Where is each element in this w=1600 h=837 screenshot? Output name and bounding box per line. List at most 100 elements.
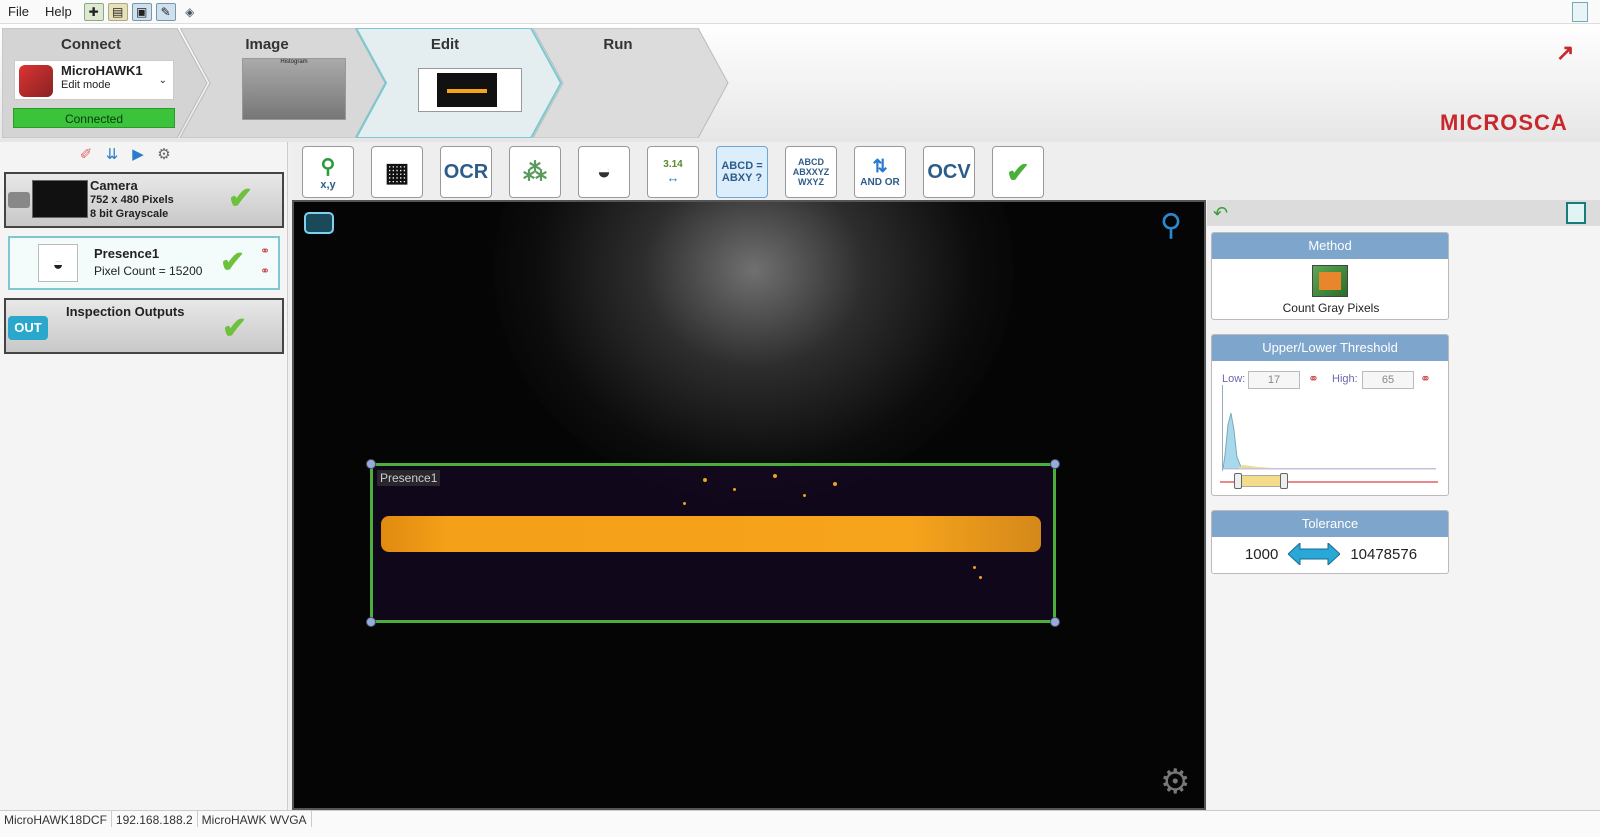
tolerance-card: Tolerance 1000 10478576 (1211, 510, 1449, 574)
properties-panel: ↶ Method Count Gray Pixels Upper/Lower T… (1207, 200, 1600, 810)
step-run[interactable]: Run (533, 28, 743, 138)
measure-tool[interactable]: 3.14 ↔ (647, 146, 699, 198)
tolerance-min[interactable]: 1000 (1245, 546, 1278, 563)
image-thumbnail-label: Histogram (280, 59, 308, 65)
eraser-icon[interactable]: ✐ (76, 144, 96, 164)
method-card: Method Count Gray Pixels (1211, 232, 1449, 320)
zoom-icon[interactable]: ⚲ (1160, 208, 1182, 243)
pixel-speck (803, 494, 806, 497)
camera-small-icon (8, 192, 30, 208)
illumination-glow (494, 200, 1014, 500)
roi-box[interactable]: Presence1 (366, 459, 1060, 627)
ocr-tool[interactable]: OCR (440, 146, 492, 198)
inspection-outputs-item[interactable]: OUT Inspection Outputs ✔ (4, 298, 284, 354)
pixel-speck (979, 576, 982, 579)
threshold-header: Upper/Lower Threshold (1212, 335, 1448, 361)
presence-item[interactable]: ◒ Presence1 Pixel Count = 15200 ✔ ⚭ ⚭ (8, 236, 280, 290)
menu-help[interactable]: Help (37, 0, 80, 24)
image-thumbnail: Histogram (242, 58, 346, 120)
tolerance-max[interactable]: 10478576 (1350, 546, 1417, 563)
verify-tool[interactable]: ✔ (992, 146, 1044, 198)
high-slider-knob[interactable] (1280, 473, 1288, 489)
datamatrix-tool[interactable]: ▦ (371, 146, 423, 198)
count-gray-pixels-icon[interactable] (1312, 265, 1348, 297)
device-icon[interactable]: ◈ (180, 3, 200, 21)
check-icon: ✔ (220, 246, 246, 279)
datamatrix-icon: ▦ (384, 156, 410, 187)
brand-logo-icon: ↗ (1556, 40, 1575, 65)
workflow-header: Connect MicroHAWK1 Edit mode ⌄ Connected… (0, 24, 1600, 142)
open-job-icon[interactable]: ▤ (107, 2, 128, 21)
camera-item[interactable]: Camera 752 x 480 Pixels 8 bit Grayscale … (4, 172, 284, 228)
count-tool[interactable]: ⁂ (509, 146, 561, 198)
presence-tool-icon: ◒ (38, 244, 78, 282)
compare-string-tool[interactable]: ABCD ABXXYZ WXYZ (785, 146, 837, 198)
roi-label: Presence1 (377, 470, 441, 486)
properties-header: ↶ (1207, 200, 1600, 226)
chevron-down-icon[interactable]: ⌄ (159, 75, 167, 86)
check-icon: ✔ (228, 182, 254, 215)
roi-handle-tr[interactable] (1050, 459, 1060, 469)
image-canvas[interactable]: ⚲ Presence1 ⚙ (294, 200, 1204, 808)
play-icon[interactable]: ▶ (128, 144, 148, 164)
status-ip: 192.168.188.2 (112, 811, 198, 827)
gear-icon[interactable]: ⚙ (1160, 762, 1190, 802)
settings-icon[interactable]: ⚙ (154, 144, 174, 164)
ocr-tool-label: OCR (443, 160, 489, 183)
measure-arrow-icon: ↔ (666, 170, 680, 185)
pixel-speck (683, 502, 686, 505)
tool-palette: ⚲ x,y ▦ OCR ⁂ ◒ 3.14 ↔ ABCD = ABXY ? ABCD … (292, 142, 1600, 200)
link-icon[interactable]: ⚭ (260, 264, 270, 278)
save-icon[interactable]: ▣ (131, 2, 152, 21)
locate-tool[interactable]: ⚲ x,y (302, 146, 354, 198)
step-image-label: Image (245, 36, 289, 53)
roi-handle-tl[interactable] (366, 459, 376, 469)
menu-bar: File Help ✚ ▤ ▣ ✎ ◈ (0, 0, 1600, 24)
status-device: MicroHAWK18DCF (0, 811, 112, 827)
map-pin-icon: ⚲ (320, 155, 336, 178)
histogram (1222, 385, 1436, 471)
ocv-tool-label: OCV (927, 160, 971, 183)
roi-handle-bl[interactable] (366, 617, 376, 627)
high-label: High: (1332, 373, 1358, 385)
match-string-tool[interactable]: ABCD = ABXY ? (716, 146, 768, 198)
left-toolbar: ✐ ⇊ ▶ ⚙ (76, 144, 174, 164)
document-icon[interactable] (1572, 2, 1588, 22)
roi-handle-br[interactable] (1050, 617, 1060, 627)
camera-icon[interactable] (304, 212, 334, 234)
presence-tool[interactable]: ◒ (578, 146, 630, 198)
threshold-card: Upper/Lower Threshold Low: 17 ⚭ High: 65… (1211, 334, 1449, 496)
pixel-speck (703, 478, 707, 482)
compare-string-label: ABCD ABXXYZ WXYZ (792, 157, 830, 187)
pixel-speck (833, 482, 837, 486)
threshold-range-fill (1238, 475, 1284, 487)
low-slider-knob[interactable] (1234, 473, 1242, 489)
pixel-speck (973, 566, 976, 569)
device-selector[interactable]: MicroHAWK1 Edit mode ⌄ (14, 60, 174, 100)
logic-tool-label: AND OR (860, 177, 900, 188)
pixel-speck (773, 474, 777, 478)
back-icon[interactable]: ↶ (1213, 203, 1228, 224)
chevron-down-double-icon[interactable]: ⇊ (102, 144, 122, 164)
double-arrow-icon (1288, 543, 1341, 565)
menu-file[interactable]: File (0, 0, 37, 24)
panel-toggle-icon[interactable] (1566, 202, 1586, 224)
device-name: MicroHAWK1 (61, 63, 143, 78)
camera-title: Camera (90, 178, 138, 193)
presence-count: Pixel Count = 15200 (94, 264, 203, 278)
link-icon[interactable]: ⚭ (260, 244, 270, 258)
ocv-tool[interactable]: OCV (923, 146, 975, 198)
outputs-title: Inspection Outputs (66, 304, 185, 319)
logic-arrow-icon: ⇅ (872, 156, 888, 176)
save-as-icon[interactable]: ✎ (155, 2, 176, 21)
logic-tool[interactable]: ⇅ AND OR (854, 146, 906, 198)
presence-title: Presence1 (94, 246, 160, 261)
count-balls-icon: ⁂ (523, 158, 547, 186)
camera-depth: 8 bit Grayscale (90, 208, 169, 220)
step-run-label: Run (603, 36, 633, 53)
locate-tool-label: x,y (320, 178, 336, 191)
presence-icon: ◒ (596, 158, 612, 185)
check-icon: ✔ (222, 312, 248, 345)
step-connect-label: Connect (61, 36, 121, 53)
new-job-icon[interactable]: ✚ (83, 2, 104, 21)
